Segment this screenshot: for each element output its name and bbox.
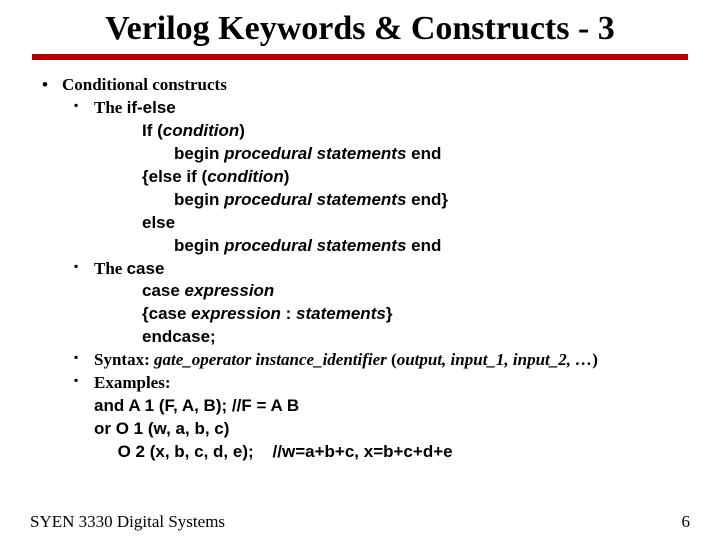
if-body1: begin procedural statements end [30, 143, 690, 166]
slide: Verilog Keywords & Constructs - 3 Condit… [0, 0, 720, 540]
end1: end [406, 144, 441, 163]
if-line: If (condition) [30, 120, 690, 143]
case-keyword: case [127, 259, 165, 278]
proc2: procedural statements [224, 190, 406, 209]
syntax-pre: Syntax: [94, 350, 154, 369]
elseif-line: {else if (condition) [30, 166, 690, 189]
ex3-comment: //w=a+b+c, x=b+c+d+e [273, 442, 453, 461]
c3-kw: case [149, 304, 192, 323]
the-label2: The [94, 259, 127, 278]
if-cond: condition [163, 121, 239, 140]
syntax-paren-close: ) [592, 350, 598, 369]
case-kw2: case [142, 281, 185, 300]
case-expr: expression [185, 281, 275, 300]
c3-close: } [386, 304, 393, 323]
footer: SYEN 3330 Digital Systems 6 [30, 512, 690, 532]
c3-exp: expression [191, 304, 281, 323]
example-1: and A 1 (F, A, B); //F = A B [30, 395, 690, 418]
the-label: The [94, 98, 127, 117]
bullet-case: The case [30, 258, 690, 281]
ifelse-keyword: if-else [127, 98, 176, 117]
c3-open: { [142, 304, 149, 323]
slide-title: Verilog Keywords & Constructs - 3 [30, 10, 690, 48]
end2: end} [406, 190, 448, 209]
footer-page-number: 6 [682, 512, 691, 532]
bullet-syntax: Syntax: gate_operator instance_identifie… [30, 349, 690, 372]
proc3: procedural statements [224, 236, 406, 255]
if-kw: If ( [142, 121, 163, 140]
proc1: procedural statements [224, 144, 406, 163]
syntax-args: output, input_1, input_2, … [397, 350, 593, 369]
example-2: or O 1 (w, a, b, c) [30, 418, 690, 441]
case-line2: {case expression : statements} [30, 303, 690, 326]
end3: end [406, 236, 441, 255]
bullet-examples: Examples: [30, 372, 690, 395]
syntax-gate: gate_operator instance_identifier [154, 350, 391, 369]
ex3-code: O 2 (x, b, c, d, e); [94, 442, 254, 461]
example-3: O 2 (x, b, c, d, e); //w=a+b+c, x=b+c+d+… [30, 441, 690, 464]
if-close: ) [239, 121, 245, 140]
c3-mid: : [281, 304, 296, 323]
elseif-body: begin procedural statements end} [30, 189, 690, 212]
elseif-open: { [142, 167, 149, 186]
begin1: begin [174, 144, 224, 163]
title-rule [32, 54, 688, 60]
bullet-conditional: Conditional constructs [30, 74, 690, 97]
elseif-close: ) [284, 167, 290, 186]
else-line: else [30, 212, 690, 235]
bullet-ifelse: The if-else [30, 97, 690, 120]
content: Conditional constructs The if-else If (c… [30, 74, 690, 464]
elseif-kw: else if ( [149, 167, 208, 186]
case-line1: case expression [30, 280, 690, 303]
footer-left: SYEN 3330 Digital Systems [30, 512, 225, 532]
elseif-cond: condition [207, 167, 283, 186]
else-body: begin procedural statements end [30, 235, 690, 258]
begin3: begin [174, 236, 224, 255]
begin2: begin [174, 190, 224, 209]
endcase-line: endcase; [30, 326, 690, 349]
ex3-pad [254, 442, 273, 461]
c3-stmt: statements [296, 304, 386, 323]
